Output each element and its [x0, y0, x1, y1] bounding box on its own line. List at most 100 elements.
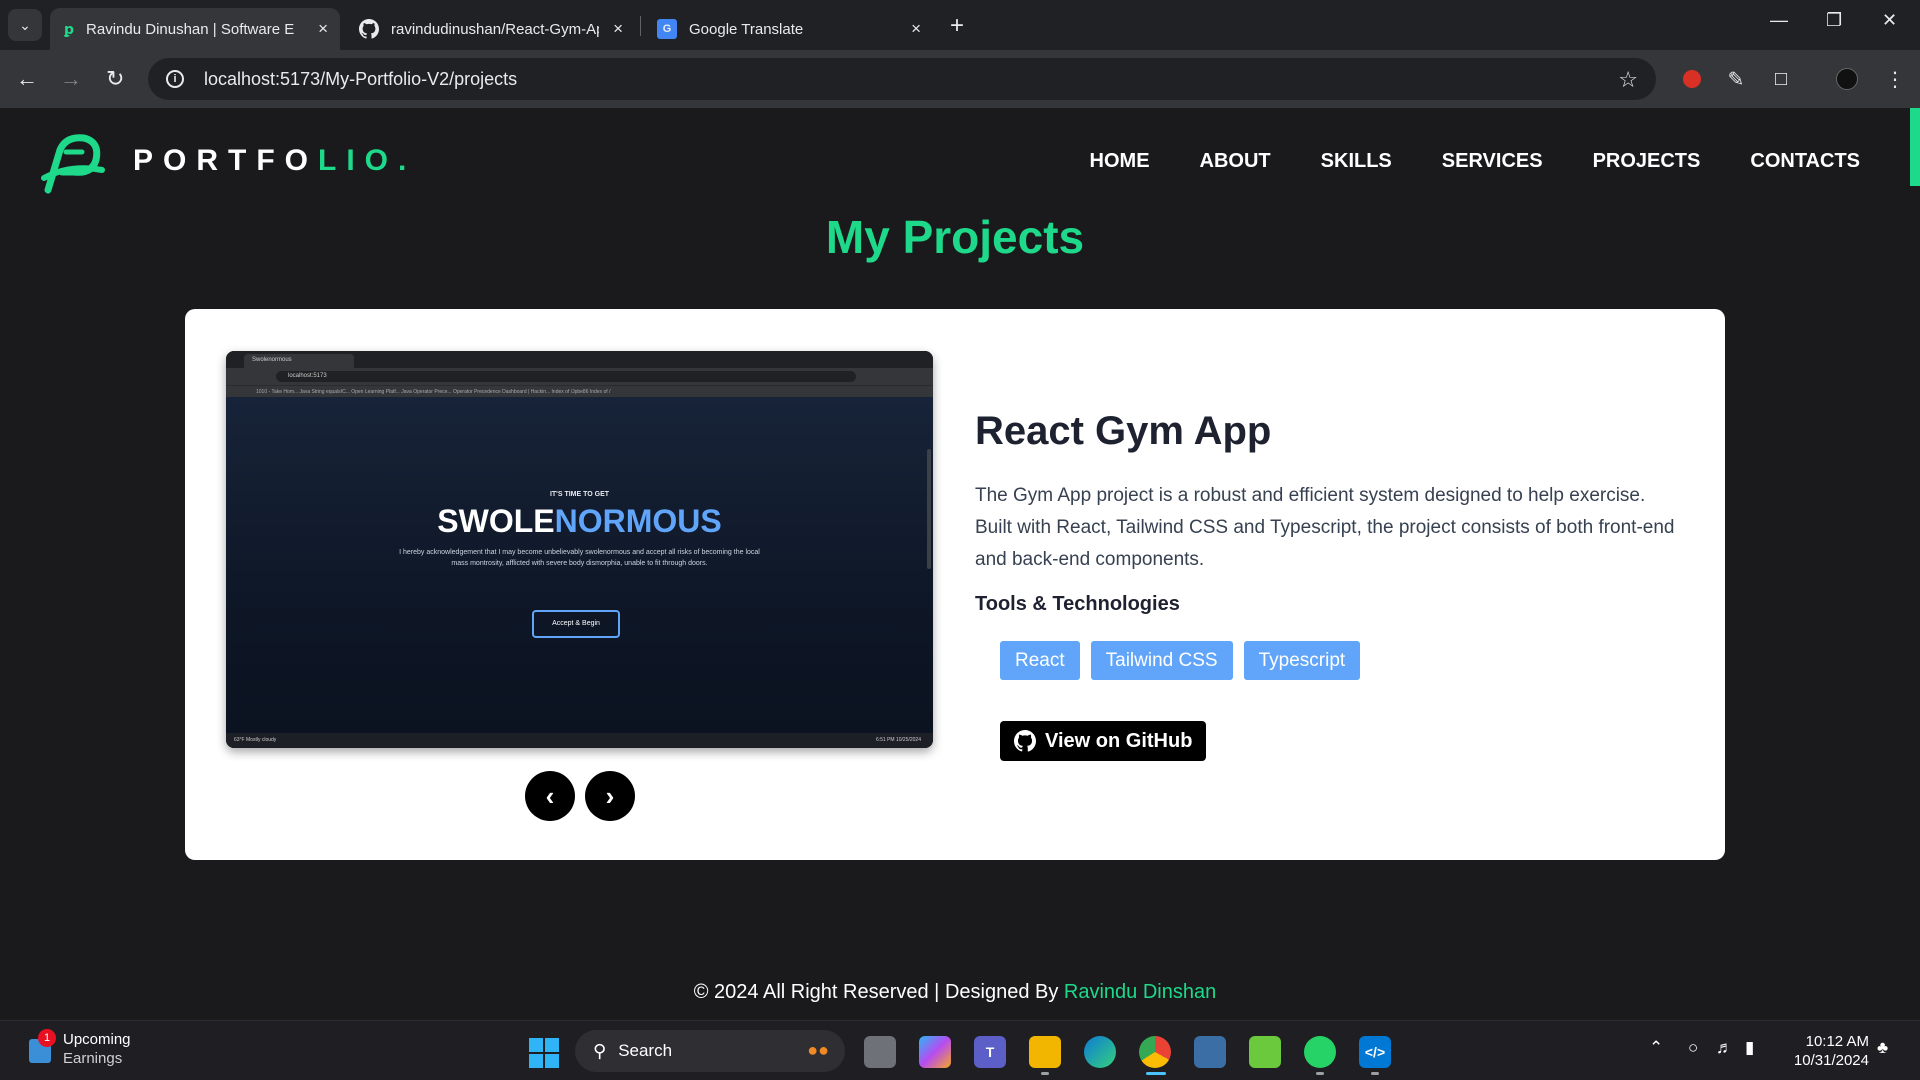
photos-icon[interactable]	[1194, 1036, 1226, 1068]
close-tab-icon[interactable]: ×	[613, 19, 623, 39]
browser-toolbar: ← → ↻ i localhost:5173/My-Portfolio-V2/p…	[0, 50, 1920, 108]
minimize-icon[interactable]: —	[1770, 10, 1788, 31]
new-tab-button[interactable]: +	[950, 12, 964, 40]
windows-taskbar: 1 Upcoming Earnings ⚲ Search ●● T </> ⌃ …	[0, 1020, 1920, 1080]
close-window-icon[interactable]: ✕	[1882, 10, 1897, 31]
copilot-icon[interactable]	[919, 1036, 951, 1068]
restore-icon[interactable]: ❐	[1826, 10, 1842, 31]
weather-widget[interactable]: Upcoming Earnings	[63, 1030, 131, 1068]
screenshot-url: localhost:5173	[276, 371, 856, 382]
more-menu-icon[interactable]: ⋮	[1882, 66, 1908, 92]
address-bar[interactable]: i localhost:5173/My-Portfolio-V2/project…	[148, 58, 1656, 100]
show-hidden-icons-chevron-icon[interactable]: ⌃	[1649, 1038, 1663, 1058]
nav-projects[interactable]: PROJECTS	[1593, 150, 1701, 173]
task-view-icon[interactable]	[864, 1036, 896, 1068]
tab-portfolio[interactable]: ꝑ Ravindu Dinushan | Software En ×	[50, 8, 340, 50]
tab-separator	[640, 16, 641, 36]
tab-title: Google Translate	[689, 20, 804, 38]
carousel-prev-button[interactable]: ‹	[525, 771, 575, 821]
back-icon[interactable]: ←	[16, 66, 38, 92]
nav-skills[interactable]: SKILLS	[1321, 150, 1392, 173]
notification-bell-icon[interactable]: ♣	[1877, 1038, 1888, 1058]
nav-about[interactable]: ABOUT	[1200, 150, 1271, 173]
page-scrollbar[interactable]	[1910, 108, 1920, 186]
teams-icon[interactable]: T	[974, 1036, 1006, 1068]
portfolio-icon: ꝑ	[64, 20, 75, 37]
screenshot-title: SWOLENORMOUS	[226, 503, 933, 540]
screenshot-description: I hereby acknowledgement that I may beco…	[399, 549, 760, 567]
chevron-down-icon: ⌄	[19, 16, 31, 33]
screenshot-title-blue: NORMOUS	[554, 503, 722, 539]
tab-search-button[interactable]: ⌄	[8, 9, 42, 41]
extension-red-icon[interactable]	[1679, 66, 1705, 92]
github-icon	[1014, 730, 1036, 752]
edge-icon[interactable]	[1084, 1036, 1116, 1068]
widget-title: Upcoming	[63, 1031, 131, 1048]
reload-icon[interactable]: ↻	[106, 66, 124, 92]
running-indicator	[1041, 1072, 1049, 1075]
tools-heading: Tools & Technologies	[975, 593, 1180, 615]
extensions-puzzle-icon[interactable]: □	[1768, 66, 1794, 92]
chrome-icon[interactable]	[1139, 1036, 1171, 1068]
footer-author-link[interactable]: Ravindu Dinshan	[1064, 981, 1216, 1003]
taskbar-search[interactable]: ⚲ Search ●●	[575, 1030, 845, 1072]
section-title: My Projects	[825, 211, 1085, 263]
brand-part-white: PORTFO	[133, 144, 318, 177]
portfolio-page: PORTFOLIO. HOME ABOUT SKILLS SERVICES PR…	[0, 108, 1920, 1020]
screenshot-accept-button: Accept & Begin	[532, 610, 620, 638]
portfolio-logo-icon[interactable]	[40, 130, 106, 202]
tab-github[interactable]: ravindudinushan/React-Gym-Ap ×	[345, 8, 635, 50]
vscode-icon[interactable]: </>	[1359, 1036, 1391, 1068]
app-green-icon[interactable]	[1249, 1036, 1281, 1068]
file-explorer-icon[interactable]	[1029, 1036, 1061, 1068]
footer-text: © 2024 All Right Reserved | Designed By	[693, 981, 1064, 1003]
tab-title: Ravindu Dinushan | Software En	[86, 20, 295, 38]
project-screenshot: Swolenormous localhost:5173 1010 - Take …	[226, 351, 933, 748]
tech-tag: Tailwind CSS	[1090, 641, 1233, 680]
bookmark-star-icon[interactable]: ☆	[1618, 67, 1638, 93]
view-on-github-button[interactable]: View on GitHub	[1000, 721, 1207, 761]
tech-tags: React Tailwind CSS Typescript	[1000, 641, 1361, 680]
page-footer: © 2024 All Right Reserved | Designed By …	[0, 981, 1910, 1004]
screenshot-body: IT'S TIME TO GET SWOLENORMOUS I hereby a…	[226, 397, 933, 733]
screenshot-kicker: IT'S TIME TO GET	[549, 491, 610, 498]
halloween-pumpkin-icon: ●●	[807, 1040, 829, 1060]
screenshot-clock: 6:51 PM 10/25/2024	[875, 737, 921, 743]
battery-icon[interactable]: ▮	[1745, 1038, 1754, 1058]
tab-google-translate[interactable]: G Google Translate ×	[643, 8, 933, 50]
main-nav: HOME ABOUT SKILLS SERVICES PROJECTS CONT…	[1090, 150, 1860, 173]
project-description: The Gym App project is a robust and effi…	[975, 485, 1675, 570]
project-title: React Gym App	[975, 409, 1272, 453]
system-clock[interactable]: 10:12 AM 10/31/2024	[1773, 1032, 1869, 1070]
brand-part-green: LIO.	[318, 144, 417, 177]
windows-start-icon[interactable]	[529, 1038, 559, 1068]
tab-title: ravindudinushan/React-Gym-Ap	[391, 20, 599, 38]
forward-icon[interactable]: →	[60, 66, 82, 92]
github-button-label: View on GitHub	[1045, 729, 1193, 752]
tech-tag: Typescript	[1243, 641, 1361, 680]
wifi-icon[interactable]: ○	[1688, 1038, 1698, 1058]
widget-subtitle: Earnings	[63, 1050, 123, 1067]
running-indicator	[1316, 1072, 1324, 1075]
site-info-icon[interactable]: i	[166, 70, 184, 88]
close-tab-icon[interactable]: ×	[911, 19, 921, 39]
nav-contacts[interactable]: CONTACTS	[1750, 150, 1860, 173]
eyedropper-icon[interactable]: ✎	[1723, 66, 1749, 92]
whatsapp-icon[interactable]	[1304, 1036, 1336, 1068]
running-indicator	[1371, 1072, 1379, 1075]
url-text[interactable]: localhost:5173/My-Portfolio-V2/projects	[204, 69, 517, 90]
close-tab-icon[interactable]: ×	[318, 19, 328, 39]
volume-icon[interactable]: ♬	[1716, 1038, 1733, 1058]
profile-avatar-icon[interactable]	[1834, 66, 1860, 92]
nav-home[interactable]: HOME	[1090, 150, 1150, 173]
chevron-right-icon: ›	[605, 780, 615, 811]
screenshot-tab-bar: Swolenormous	[226, 351, 933, 368]
tech-tag: React	[1000, 641, 1080, 680]
brand-name[interactable]: PORTFOLIO.	[133, 144, 416, 178]
clock-time: 10:12 AM	[1805, 1033, 1869, 1050]
active-indicator	[1146, 1072, 1166, 1075]
github-icon	[359, 19, 379, 39]
notification-badge: 1	[38, 1029, 56, 1047]
nav-services[interactable]: SERVICES	[1442, 150, 1543, 173]
carousel-next-button[interactable]: ›	[585, 771, 635, 821]
